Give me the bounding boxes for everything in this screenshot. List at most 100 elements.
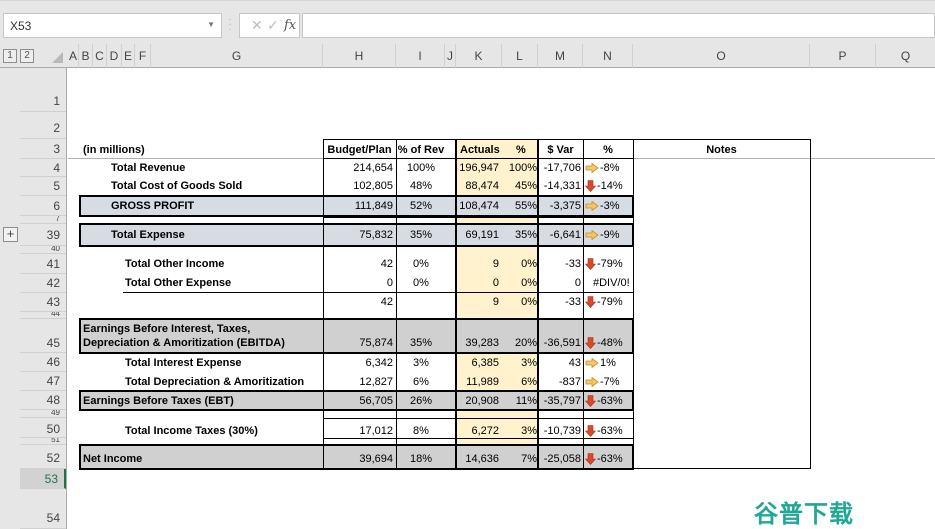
row-header-49[interactable]: 49 bbox=[20, 410, 66, 418]
budget-value: 39,694 bbox=[359, 453, 393, 465]
actuals-value: 11,989 bbox=[466, 376, 499, 388]
actuals-value: 20,908 bbox=[465, 395, 499, 407]
column-header-b[interactable]: B bbox=[79, 44, 93, 68]
column-header-i[interactable]: I bbox=[396, 44, 445, 68]
row-header-44[interactable]: 44 bbox=[20, 312, 66, 319]
row-header-54[interactable]: 54 bbox=[20, 489, 66, 529]
formula-input[interactable] bbox=[302, 13, 935, 38]
var-pct-cell: -7% bbox=[585, 373, 633, 391]
actual-pct-value: 0% bbox=[521, 296, 537, 308]
column-header-n[interactable]: N bbox=[583, 44, 633, 68]
row-header-3[interactable]: 3 bbox=[20, 139, 66, 159]
row-header-53[interactable]: 53 bbox=[20, 469, 66, 489]
column-header-c[interactable]: C bbox=[93, 44, 107, 68]
pct-rev-value: 6% bbox=[413, 376, 429, 388]
var-value: -25,058 bbox=[543, 453, 581, 465]
select-all-corner[interactable] bbox=[52, 52, 63, 63]
row-header-45[interactable]: 45 bbox=[20, 319, 66, 353]
arrow-right-icon bbox=[585, 163, 599, 174]
actual-pct-value: 0% bbox=[521, 277, 537, 289]
arrow-down-icon bbox=[585, 395, 596, 408]
actual-pct-value: 3% bbox=[521, 425, 537, 437]
column-header-p[interactable]: P bbox=[810, 44, 876, 68]
var-value: -14,331 bbox=[543, 180, 581, 192]
row-header-42[interactable]: 42 bbox=[20, 274, 66, 293]
var-pct-cell: #DIV/0! bbox=[585, 274, 633, 292]
enter-icon[interactable]: ✓ bbox=[267, 17, 279, 34]
name-box-value: X53 bbox=[10, 19, 32, 33]
column-header-e[interactable]: E bbox=[122, 44, 135, 68]
row-header-5[interactable]: 5 bbox=[20, 177, 66, 196]
column-header-q[interactable]: Q bbox=[876, 44, 935, 68]
row-header-1[interactable]: 1 bbox=[20, 68, 66, 112]
row-header-43[interactable]: 43 bbox=[20, 293, 66, 312]
budget-value: 102,805 bbox=[353, 180, 393, 192]
cancel-icon[interactable]: ✕ bbox=[251, 17, 263, 34]
border-o-right bbox=[810, 139, 811, 469]
row-header-4[interactable]: 4 bbox=[20, 159, 66, 177]
arrow-down-icon bbox=[585, 337, 596, 350]
row-header-51[interactable]: 51 bbox=[20, 438, 66, 445]
border-n-left bbox=[583, 139, 584, 469]
var-value: -36,591 bbox=[543, 337, 581, 349]
var-value: -3,375 bbox=[549, 200, 581, 212]
row-header-48[interactable]: 48 bbox=[20, 391, 66, 410]
outline-level-1-button[interactable]: 1 bbox=[3, 49, 17, 63]
expand-group-button[interactable]: + bbox=[3, 227, 18, 242]
var-value: 0 bbox=[574, 277, 581, 289]
drag-handle-icon[interactable]: · · · bbox=[227, 15, 233, 35]
var-value: -17,706 bbox=[543, 162, 581, 174]
chevron-down-icon[interactable]: ▼ bbox=[207, 20, 215, 29]
row-header-52[interactable]: 52 bbox=[20, 445, 66, 469]
actual-pct-value: 20% bbox=[514, 337, 537, 349]
budget-value: 75,832 bbox=[359, 229, 393, 241]
name-box[interactable]: X53 ▼ bbox=[3, 13, 222, 38]
actuals-value: 9 bbox=[492, 296, 499, 308]
var-value: -35,797 bbox=[543, 395, 581, 407]
actuals-value: 39,283 bbox=[465, 337, 499, 349]
insert-function-icon[interactable]: fx bbox=[284, 18, 296, 33]
column-header-m[interactable]: M bbox=[538, 44, 583, 68]
row-header-2[interactable]: 2 bbox=[20, 112, 66, 139]
row-label: Total Other Expense bbox=[125, 277, 232, 289]
row-label: Total Depreciation & Amoritization bbox=[125, 376, 305, 388]
var-pct-value: -63% bbox=[597, 395, 623, 407]
header-var-pct: % bbox=[603, 144, 613, 156]
pct-rev-value: 18% bbox=[409, 453, 433, 465]
row-header-41[interactable]: 41 bbox=[20, 254, 66, 274]
actual-pct-value: 6% bbox=[521, 376, 537, 388]
var-pct-value: -79% bbox=[597, 258, 623, 270]
row-header-50[interactable]: 50 bbox=[20, 418, 66, 438]
column-header-f[interactable]: F bbox=[135, 44, 151, 68]
row-header-46[interactable]: 46 bbox=[20, 353, 66, 372]
pct-rev-value: 35% bbox=[409, 337, 433, 349]
arrow-down-icon bbox=[585, 258, 596, 271]
column-header-l[interactable]: L bbox=[502, 44, 538, 68]
column-header-d[interactable]: D bbox=[107, 44, 122, 68]
column-header-k[interactable]: K bbox=[456, 44, 502, 68]
var-pct-value: -9% bbox=[600, 229, 620, 241]
column-header-h[interactable]: H bbox=[323, 44, 396, 68]
row-label: Net Income bbox=[83, 453, 143, 465]
var-pct-cell: -63% bbox=[585, 422, 633, 440]
actuals-value: 69,191 bbox=[465, 229, 499, 241]
outline-level-2-button[interactable]: 2 bbox=[20, 49, 34, 63]
column-header-a[interactable]: A bbox=[68, 44, 79, 68]
column-header-o[interactable]: O bbox=[633, 44, 810, 68]
pct-rev-value: 3% bbox=[413, 357, 429, 369]
actuals-value: 6,385 bbox=[471, 357, 499, 369]
row-header-39[interactable]: 39 bbox=[20, 224, 66, 246]
arrow-right-icon bbox=[585, 358, 599, 369]
column-header-g[interactable]: G bbox=[151, 44, 323, 68]
row-label: Total Interest Expense bbox=[125, 357, 242, 369]
row-header-7[interactable]: 7 bbox=[20, 216, 66, 224]
var-pct-value: #DIV/0! bbox=[593, 277, 630, 289]
header-budget: Budget/Plan bbox=[327, 144, 392, 156]
row-header-40[interactable]: 40 bbox=[20, 246, 66, 254]
arrow-right-icon bbox=[585, 201, 599, 212]
row-header-6[interactable]: 6 bbox=[20, 196, 66, 216]
pct-rev-value: 48% bbox=[409, 180, 433, 192]
budget-value: 42 bbox=[380, 296, 393, 308]
row-header-47[interactable]: 47 bbox=[20, 372, 66, 391]
column-header-j[interactable]: J bbox=[445, 44, 456, 68]
